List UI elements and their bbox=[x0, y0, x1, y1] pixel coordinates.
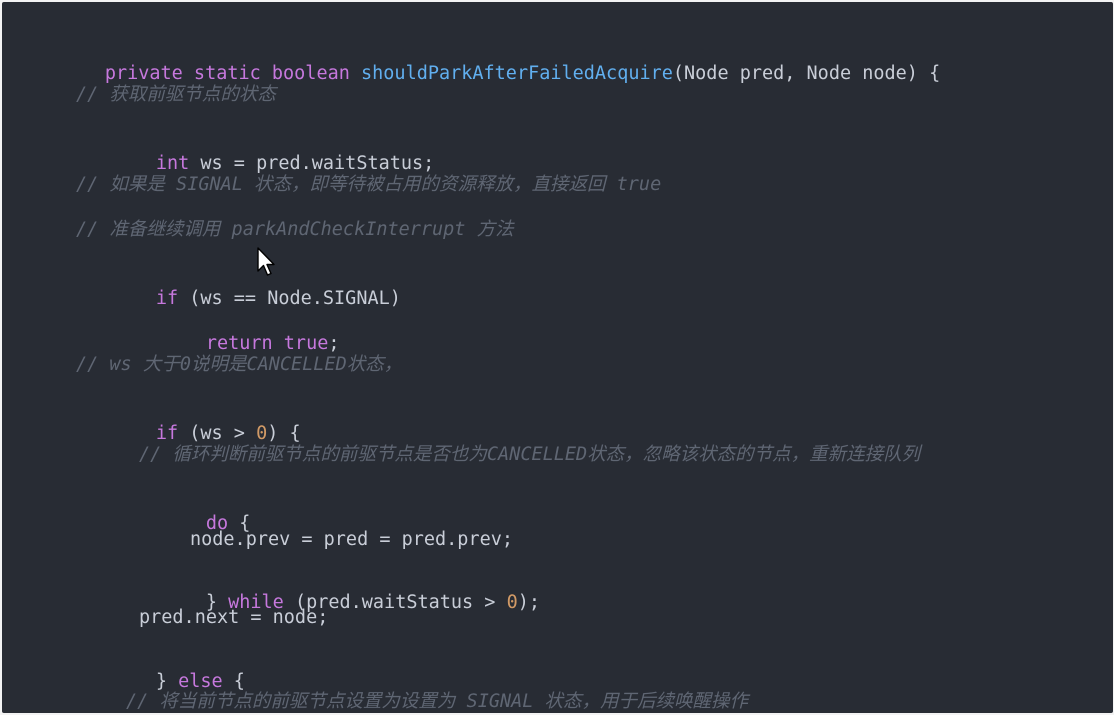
keyword-int: int bbox=[155, 153, 190, 174]
code-comment: // 如果是 SIGNAL 状态，即等待被占用的资源释放，直接返回 true bbox=[76, 174, 662, 195]
keyword-true: true bbox=[283, 333, 329, 354]
keyword-return: return bbox=[205, 333, 273, 354]
screenshot-frame: private static boolean shouldParkAfterFa… bbox=[0, 0, 1114, 715]
mouse-pointer-icon bbox=[257, 247, 275, 276]
code-text: } bbox=[155, 671, 179, 692]
code-comment: // ws 大于0说明是CANCELLED状态， bbox=[76, 354, 403, 375]
code-comment: // 循环判断前驱节点的前驱节点是否也为CANCELLED状态，忽略该状态的节点… bbox=[139, 444, 921, 465]
keyword-modifiers: private static boolean bbox=[104, 63, 350, 84]
code-text: ; bbox=[328, 333, 340, 354]
code-text: ) { bbox=[267, 423, 301, 444]
keyword-if: if bbox=[155, 288, 179, 309]
keyword-else: else bbox=[178, 671, 223, 692]
code-text: { bbox=[222, 671, 245, 692]
code-text: ws = pred.waitStatus; bbox=[189, 153, 435, 174]
number-literal: 0 bbox=[256, 423, 268, 444]
method-name: shouldParkAfterFailedAcquire bbox=[361, 63, 673, 84]
keyword-if: if bbox=[155, 423, 179, 444]
code-text: (ws > bbox=[178, 423, 257, 444]
method-params: (Node pred, Node node) { bbox=[672, 63, 941, 84]
code-editor[interactable]: private static boolean shouldParkAfterFa… bbox=[2, 2, 1113, 713]
code-comment: // 将当前节点的前驱节点设置为设置为 SIGNAL 状态，用于后续唤醒操作 bbox=[126, 691, 749, 712]
code-comment: // 准备继续调用 parkAndCheckInterrupt 方法 bbox=[76, 219, 514, 240]
code-line-pred-next: pred.next = node; bbox=[139, 607, 329, 628]
code-text: (ws == Node.SIGNAL) bbox=[178, 288, 401, 309]
code-comment: // 获取前驱节点的状态 bbox=[76, 84, 276, 105]
number-literal: 0 bbox=[506, 592, 518, 613]
code-text: ); bbox=[517, 592, 540, 613]
code-line-node-prev: node.prev = pred = pred.prev; bbox=[190, 529, 514, 550]
